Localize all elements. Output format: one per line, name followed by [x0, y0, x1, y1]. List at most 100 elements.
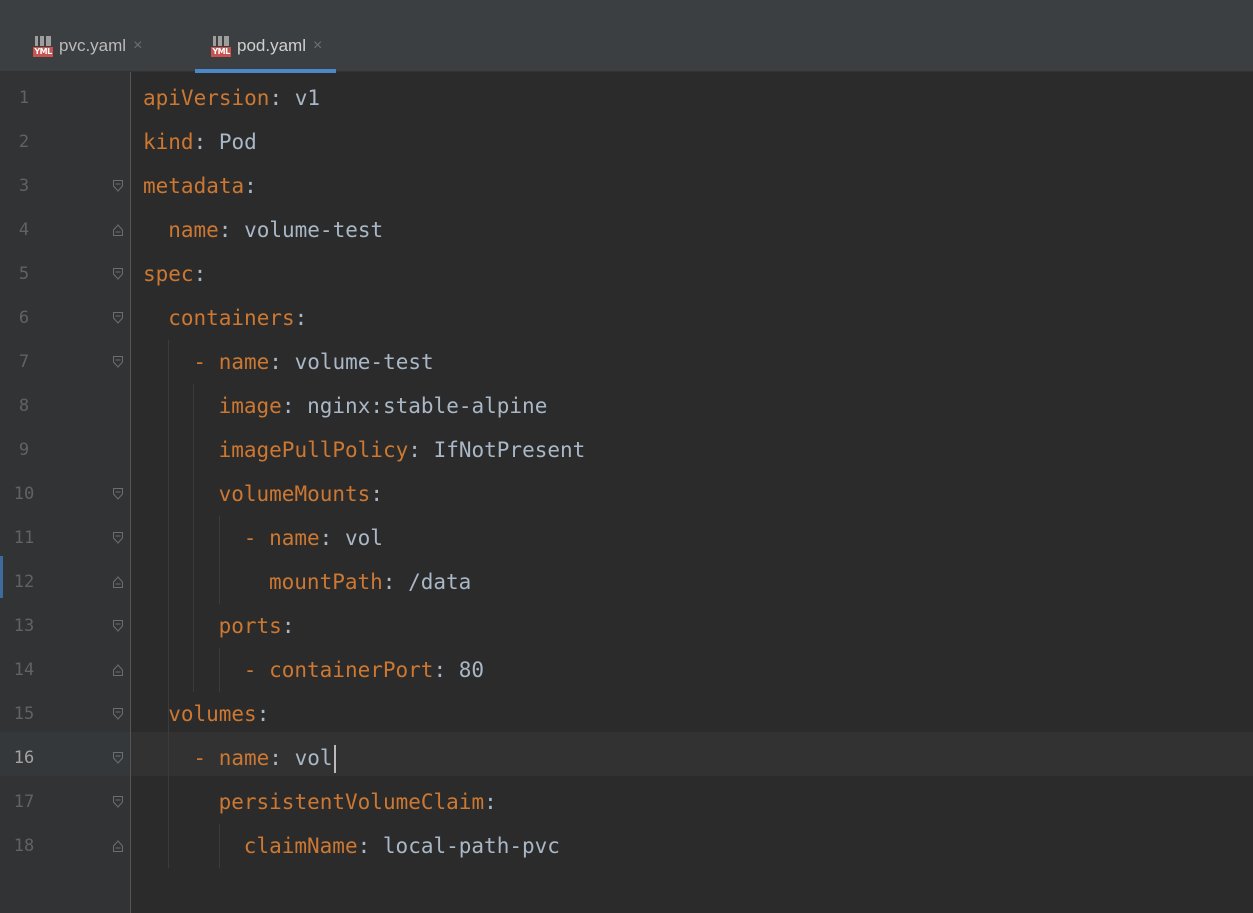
colon: : — [294, 306, 308, 330]
yaml-value: volume-test — [244, 218, 384, 242]
colon: : — [484, 790, 497, 814]
yml-file-icon: YML — [33, 35, 53, 57]
colon: : — [357, 834, 371, 858]
code-line[interactable]: mountPath: /data — [269, 560, 471, 604]
fold-open-icon[interactable] — [113, 532, 123, 544]
yaml-key: containers — [168, 306, 295, 330]
code-line[interactable]: persistentVolumeClaim: — [219, 780, 497, 824]
yaml-key: imagePullPolicy — [218, 438, 409, 462]
code-line[interactable]: metadata: — [143, 164, 257, 208]
indent-guide — [218, 824, 220, 868]
fold-close-icon[interactable] — [113, 224, 123, 236]
indent-guide — [218, 516, 220, 604]
code-line[interactable]: volumeMounts: — [219, 472, 383, 516]
tab-pvc-yaml[interactable]: YML pvc.yaml × — [33, 20, 142, 72]
fold-open-icon[interactable] — [113, 620, 123, 632]
tab-label: pvc.yaml — [59, 36, 127, 55]
code-line[interactable]: - containerPort: 80 — [244, 648, 484, 692]
colon: : — [193, 130, 207, 154]
line-number: 4 — [18, 220, 30, 240]
colon: : — [244, 174, 257, 198]
line-number: 17 — [13, 792, 35, 812]
yaml-value: volume-test — [294, 350, 434, 374]
fold-open-icon[interactable] — [113, 180, 123, 192]
list-dash: - — [193, 350, 219, 374]
code-line[interactable]: image: nginx:stable-alpine — [219, 384, 548, 428]
fold-open-icon[interactable] — [113, 488, 123, 500]
code-line[interactable]: - name: vol — [193, 736, 336, 780]
yaml-key: mountPath — [269, 570, 383, 594]
yaml-key: kind — [143, 130, 194, 154]
colon: : — [408, 438, 421, 462]
indent-guide — [193, 384, 195, 692]
code-editor[interactable]: 1 apiVersion: v1 2 kind: Pod 3 metadata: 4 name… — [0, 72, 1253, 913]
fold-close-icon[interactable] — [113, 664, 123, 676]
code-line[interactable]: - name: vol — [244, 516, 383, 560]
colon: : — [269, 86, 283, 110]
yaml-key: apiVersion — [143, 86, 270, 110]
yaml-key: spec — [143, 262, 194, 286]
line-number: 18 — [13, 836, 35, 856]
tab-label: pod.yaml — [237, 36, 306, 55]
line-number: 9 — [18, 440, 30, 460]
fold-open-icon[interactable] — [113, 268, 123, 280]
code-line[interactable]: claimName: local-path-pvc — [244, 824, 560, 868]
yaml-value: /data — [408, 570, 472, 594]
code-line[interactable]: apiVersion: v1 — [143, 76, 320, 120]
yaml-value: local-path-pvc — [382, 834, 560, 858]
line-number: 5 — [18, 264, 30, 284]
editor-tab-bar: YML pvc.yaml × YML pod.yaml × — [0, 20, 1253, 73]
line-number: 7 — [18, 352, 30, 372]
fold-open-icon[interactable] — [113, 312, 123, 324]
fold-open-icon[interactable] — [113, 356, 123, 368]
list-dash: - — [243, 658, 270, 682]
yaml-key: claimName — [243, 834, 358, 858]
close-icon[interactable]: × — [313, 37, 322, 55]
colon: : — [281, 394, 295, 418]
line-number: 11 — [13, 528, 35, 548]
yaml-key: name — [218, 746, 270, 770]
colon: : — [269, 350, 282, 374]
line-number: 3 — [18, 176, 30, 196]
yaml-key: ports — [218, 614, 282, 638]
code-line[interactable]: spec: — [143, 252, 206, 296]
tab-pod-yaml[interactable]: YML pod.yaml × — [195, 20, 337, 73]
yaml-value: v1 — [294, 86, 321, 110]
code-line[interactable]: name: volume-test — [168, 208, 383, 252]
fold-close-icon[interactable] — [113, 576, 123, 588]
yaml-value: nginx:stable-alpine — [307, 394, 548, 418]
gutter-separator — [130, 72, 131, 913]
colon: : — [370, 482, 383, 506]
fold-close-icon[interactable] — [113, 840, 123, 852]
yaml-key: name — [168, 218, 219, 242]
colon: : — [433, 658, 447, 682]
line-number: 6 — [18, 308, 30, 328]
code-line[interactable]: - name: volume-test — [193, 340, 433, 384]
line-number: 1 — [18, 88, 30, 108]
colon: : — [269, 746, 282, 770]
line-number: 12 — [13, 572, 35, 592]
text-cursor — [333, 745, 336, 773]
line-number: 10 — [13, 484, 35, 504]
indent-guide — [168, 340, 170, 868]
indent-guide — [218, 648, 220, 692]
code-line[interactable]: volumes: — [168, 692, 269, 736]
yaml-value: vol — [344, 526, 383, 550]
yaml-key: volumes — [168, 702, 257, 726]
fold-open-icon[interactable] — [113, 796, 123, 808]
code-line[interactable]: ports: — [219, 604, 295, 648]
close-icon[interactable]: × — [133, 37, 142, 55]
yaml-key: metadata — [143, 174, 245, 198]
yaml-key: name — [218, 350, 270, 374]
code-line[interactable]: imagePullPolicy: IfNotPresent — [219, 428, 586, 472]
fold-open-icon[interactable] — [113, 752, 123, 764]
colon: : — [319, 526, 333, 550]
yml-file-icon: YML — [211, 35, 231, 57]
code-line[interactable]: kind: Pod — [143, 120, 257, 164]
yaml-value: Pod — [218, 130, 257, 154]
list-dash: - — [243, 526, 270, 550]
line-number: 15 — [13, 704, 35, 724]
code-line[interactable]: containers: — [168, 296, 307, 340]
colon: : — [218, 218, 232, 242]
fold-open-icon[interactable] — [113, 708, 123, 720]
